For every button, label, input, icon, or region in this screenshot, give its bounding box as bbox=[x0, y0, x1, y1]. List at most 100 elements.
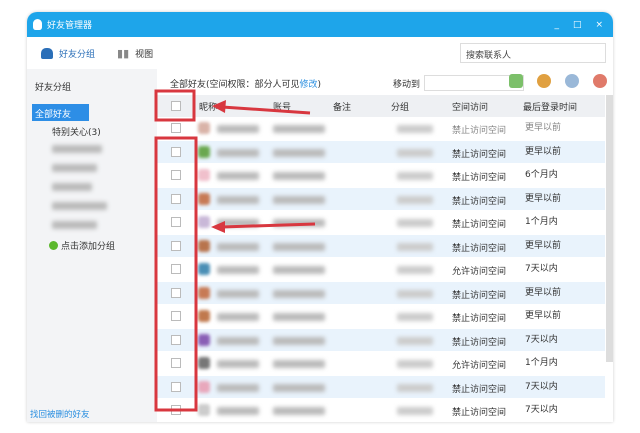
last-login-value: 更早以前 bbox=[525, 311, 562, 321]
account-blurred bbox=[273, 219, 325, 227]
space-access-value: 禁止访问空间 bbox=[452, 173, 507, 183]
last-login-value: 更早以前 bbox=[525, 193, 562, 204]
view-label: 视图 bbox=[135, 49, 154, 60]
account-blurred bbox=[273, 407, 325, 415]
move-to-control: 移动到 ▼ bbox=[393, 75, 525, 91]
view-tab[interactable]: ▮▮ 视图 bbox=[117, 47, 153, 60]
friend-list-panel: 全部好友(空间权限：部分人可见修改) 移动到 ▼ 昵称 账号 备注 分组 空间访… bbox=[157, 69, 613, 422]
manage-friend-icon[interactable] bbox=[565, 74, 579, 88]
row-checkbox[interactable] bbox=[171, 311, 181, 321]
column-last-login[interactable]: 最后登录时间 bbox=[523, 100, 577, 113]
table-row[interactable]: 允许访问空间 7天以内 bbox=[157, 258, 605, 282]
row-checkbox[interactable] bbox=[171, 240, 181, 251]
space-access-value: 禁止访问空间 bbox=[452, 314, 507, 324]
row-checkbox[interactable] bbox=[171, 287, 181, 298]
avatar bbox=[198, 192, 210, 205]
last-login-value: 1个月内 bbox=[525, 358, 558, 368]
column-group[interactable]: 分组 bbox=[391, 100, 409, 113]
row-checkbox[interactable] bbox=[171, 358, 181, 368]
row-checkbox[interactable] bbox=[171, 217, 181, 227]
friend-table-body: 禁止访问空间 更早以前 禁止访问空间 更早以前 禁止访问空间 6个月内 禁止访问… bbox=[157, 117, 605, 422]
last-login-value: 更早以前 bbox=[525, 287, 562, 298]
table-row[interactable]: 禁止访问空间 7天以内 bbox=[157, 375, 605, 399]
account-blurred bbox=[273, 195, 325, 204]
table-row[interactable]: 禁止访问空间 更早以前 bbox=[157, 117, 605, 141]
last-login-value: 6个月内 bbox=[525, 170, 558, 180]
table-row[interactable]: 禁止访问空间 更早以前 bbox=[157, 281, 605, 305]
search-input[interactable]: 搜索联系人 bbox=[460, 43, 606, 63]
edit-remark-icon[interactable] bbox=[509, 74, 523, 88]
bar-chart-icon: ▮▮ bbox=[117, 46, 130, 60]
last-login-value: 7天以内 bbox=[525, 264, 558, 274]
qq-penguin-icon bbox=[33, 19, 42, 30]
group-blurred bbox=[397, 242, 433, 251]
space-access-value: 允许访问空间 bbox=[452, 361, 507, 371]
sidebar: 好友分组 全部好友 特别关心(3) 点击添加分组 找回被删的好友 bbox=[27, 69, 157, 422]
sidebar-item-all-friends[interactable]: 全部好友 bbox=[32, 104, 89, 121]
table-row[interactable]: 禁止访问空间 7天以内 bbox=[157, 328, 605, 352]
table-row[interactable]: 禁止访问空间 6个月内 bbox=[157, 164, 605, 188]
all-friends-label: 全部好友 bbox=[35, 110, 72, 120]
row-checkbox[interactable] bbox=[171, 193, 181, 204]
row-checkbox[interactable] bbox=[171, 381, 181, 392]
sidebar-item-group[interactable] bbox=[52, 221, 97, 232]
account-blurred bbox=[273, 360, 325, 368]
recover-deleted-friends-link[interactable]: 找回被删的好友 bbox=[30, 408, 90, 420]
sidebar-item-group[interactable] bbox=[52, 145, 102, 156]
last-login-value: 更早以前 bbox=[525, 123, 562, 133]
table-row[interactable]: 允许访问空间 1个月内 bbox=[157, 352, 605, 376]
column-account[interactable]: 账号 bbox=[273, 100, 291, 113]
row-checkbox[interactable] bbox=[171, 264, 181, 274]
row-checkbox[interactable] bbox=[171, 170, 181, 180]
table-row[interactable]: 禁止访问空间 更早以前 bbox=[157, 140, 605, 164]
nickname-blurred bbox=[217, 266, 259, 274]
sidebar-item-group[interactable] bbox=[52, 164, 97, 175]
window-title: 好友管理器 bbox=[47, 21, 93, 31]
group-blurred bbox=[397, 219, 433, 227]
select-all-checkbox[interactable] bbox=[171, 101, 181, 111]
delete-friend-icon[interactable] bbox=[593, 74, 607, 88]
group-blurred bbox=[397, 125, 433, 133]
group-blurred bbox=[397, 172, 433, 180]
row-checkbox[interactable] bbox=[171, 405, 181, 415]
sidebar-item-special[interactable]: 特别关心(3) bbox=[52, 125, 101, 138]
modify-link[interactable]: 修改 bbox=[300, 80, 318, 90]
maximize-button[interactable]: □ bbox=[573, 20, 582, 30]
nickname-blurred bbox=[217, 407, 259, 415]
table-row[interactable]: 禁止访问空间 更早以前 bbox=[157, 234, 605, 258]
table-header: 昵称 账号 备注 分组 空间访问 最后登录时间 bbox=[157, 95, 605, 117]
column-remark[interactable]: 备注 bbox=[333, 100, 351, 113]
account-blurred bbox=[273, 242, 325, 251]
row-checkbox[interactable] bbox=[171, 123, 181, 133]
close-button[interactable]: × bbox=[595, 20, 603, 30]
move-to-label: 移动到 bbox=[393, 79, 421, 90]
group-blurred bbox=[397, 313, 433, 321]
avatar bbox=[198, 145, 210, 158]
plus-icon bbox=[49, 241, 58, 250]
row-checkbox[interactable] bbox=[171, 334, 181, 345]
sidebar-item-group[interactable] bbox=[52, 202, 107, 213]
friend-groups-tab[interactable]: 好友分组 bbox=[41, 47, 95, 60]
space-access-value: 禁止访问空间 bbox=[452, 408, 507, 418]
column-nickname[interactable]: 昵称 bbox=[199, 100, 217, 113]
minimize-button[interactable]: _ bbox=[554, 20, 559, 30]
space-access-value: 禁止访问空间 bbox=[452, 220, 507, 230]
group-blurred bbox=[397, 407, 433, 415]
table-row[interactable]: 禁止访问空间 更早以前 bbox=[157, 305, 605, 329]
space-access-value: 禁止访问空间 bbox=[452, 243, 507, 254]
column-space-access[interactable]: 空间访问 bbox=[452, 100, 488, 113]
table-row[interactable]: 禁止访问空间 7天以内 bbox=[157, 399, 605, 422]
permission-suffix: ) bbox=[317, 80, 322, 90]
table-row[interactable]: 禁止访问空间 更早以前 bbox=[157, 187, 605, 211]
group-blurred bbox=[397, 383, 433, 392]
sidebar-item-group[interactable] bbox=[52, 183, 92, 194]
friend-manager-window: 好友管理器 _ □ × 好友分组 ▮▮ 视图 搜索联系人 好友分组 全部好友 特… bbox=[27, 12, 613, 422]
add-group-label: 点击添加分组 bbox=[61, 242, 116, 252]
nickname-blurred bbox=[217, 242, 259, 251]
table-row[interactable]: 禁止访问空间 1个月内 bbox=[157, 211, 605, 235]
vertical-scrollbar[interactable] bbox=[606, 95, 613, 362]
row-checkbox[interactable] bbox=[171, 146, 181, 157]
avatar bbox=[198, 239, 210, 252]
add-friend-icon[interactable] bbox=[537, 74, 551, 88]
add-group-button[interactable]: 点击添加分组 bbox=[49, 239, 115, 252]
